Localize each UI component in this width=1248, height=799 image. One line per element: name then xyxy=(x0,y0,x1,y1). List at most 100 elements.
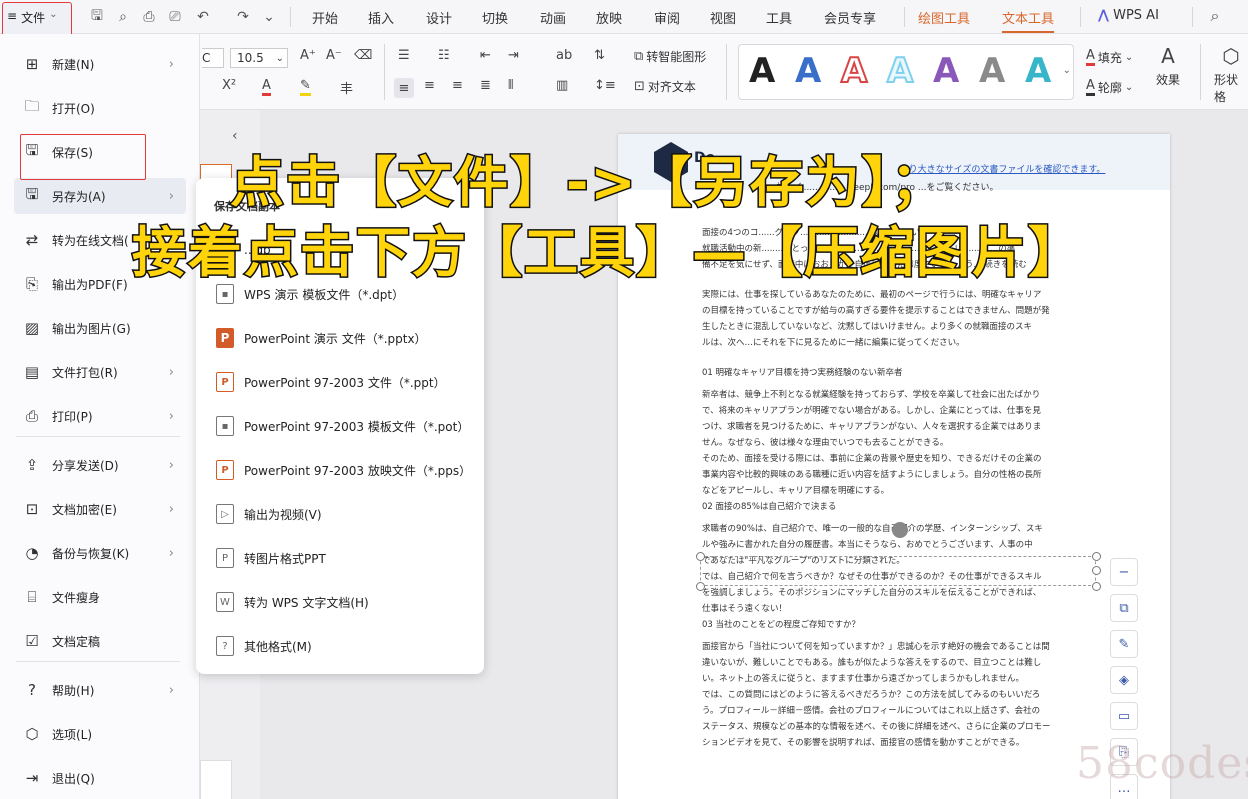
gallery-more-icon[interactable]: ⌄ xyxy=(1063,65,1071,76)
undo-icon[interactable]: ↶ xyxy=(192,6,214,28)
align-left-icon[interactable]: ≡ xyxy=(394,78,414,98)
decrease-indent-icon[interactable]: ⇤ xyxy=(480,48,491,63)
style-a-cyan-outline[interactable]: A xyxy=(886,52,914,90)
submenu-item-pps[interactable]: P PowerPoint 97-2003 放映文件（*.pps） xyxy=(216,456,471,484)
line-spacing-icon[interactable]: ↕≡ xyxy=(594,78,616,93)
submenu-item-wps-doc[interactable]: W 转为 WPS 文字文档(H) xyxy=(216,588,369,616)
file-menu-item[interactable]: ⌸ 文件瘦身 xyxy=(14,579,186,615)
hamburger-icon: ≡ xyxy=(7,9,18,23)
clear-format-icon[interactable]: ⌫ xyxy=(354,48,372,63)
shape-format-button[interactable]: ⬡ 形状格 xyxy=(1214,44,1248,105)
file-menu-item[interactable]: ▤ 文件打包(R) › xyxy=(14,354,186,390)
tab-drawing-tools[interactable]: 绘图工具 xyxy=(918,8,970,27)
more-quick-icon[interactable]: ⌄ xyxy=(258,6,280,28)
dpt-file-icon: ▪ xyxy=(216,284,234,304)
slim-icon: ⌸ xyxy=(27,588,37,606)
file-menu-item[interactable]: ? 帮助(H) › xyxy=(14,672,186,708)
file-menu-item-label: 备份与恢复(K) xyxy=(52,546,130,561)
preview-icon[interactable]: ⎚ xyxy=(164,6,186,28)
align-center-icon[interactable]: ≡ xyxy=(424,78,435,93)
numbered-list-icon[interactable]: ☷ xyxy=(438,48,450,63)
file-menu-item[interactable]: 🗀 打开(O) xyxy=(14,90,186,126)
text-fill-button[interactable]: A 填充 ⌄ xyxy=(1086,48,1133,66)
resize-handle[interactable] xyxy=(1092,552,1101,561)
style-a-purple[interactable]: A xyxy=(933,53,959,89)
file-menu-item[interactable]: ⇥ 退出(Q) xyxy=(14,760,186,796)
font-family-select[interactable]: C xyxy=(202,48,224,68)
layers-icon[interactable]: ⧉ xyxy=(1110,594,1138,622)
submenu-item-pot[interactable]: ▪ PowerPoint 97-2003 模板文件（*.pot） xyxy=(216,412,469,440)
minus-icon[interactable]: − xyxy=(1110,558,1138,586)
tab-animation[interactable]: 动画 xyxy=(540,8,566,27)
char-spacing-icon[interactable]: 丰 xyxy=(340,78,353,97)
cloud-icon[interactable]: ⌕ xyxy=(112,6,134,28)
search-icon[interactable]: ⌕ xyxy=(1204,5,1226,27)
bullet-list-icon[interactable]: ☰ xyxy=(398,48,410,63)
tab-member[interactable]: 会员专享 xyxy=(824,8,876,27)
selected-textbox[interactable] xyxy=(700,556,1096,586)
text-outline-button[interactable]: A 轮廓 ⌄ xyxy=(1086,78,1133,96)
text-direction-icon[interactable]: ab xyxy=(556,48,572,63)
decrease-font-icon[interactable]: A⁻ xyxy=(326,48,342,63)
pen-icon[interactable]: ✎ xyxy=(1110,630,1138,658)
tab-review[interactable]: 审阅 xyxy=(654,8,680,27)
tab-text-tools[interactable]: 文本工具 xyxy=(1002,8,1055,33)
file-menu-item[interactable]: ⬡ 选项(L) xyxy=(14,716,186,752)
style-a-red-outline[interactable]: A xyxy=(840,52,868,90)
increase-indent-icon[interactable]: ⇥ xyxy=(508,48,519,63)
submenu-item-ppt[interactable]: P PowerPoint 97-2003 文件（*.ppt） xyxy=(216,368,446,396)
resize-handle[interactable] xyxy=(1092,582,1101,591)
highlight-icon[interactable]: ✎ xyxy=(300,78,311,96)
file-menu-item[interactable]: ◔ 备份与恢复(K) › xyxy=(14,535,186,571)
sort-icon[interactable]: ⇅ xyxy=(594,48,605,63)
submenu-item-video[interactable]: ▷ 输出为视频(V) xyxy=(216,500,322,528)
file-menu-item[interactable]: ⊡ 文档加密(E) › xyxy=(14,491,186,527)
fill-bucket-icon[interactable]: ◈ xyxy=(1110,666,1138,694)
submenu-item-other[interactable]: ? 其他格式(M) xyxy=(216,632,312,660)
style-a-teal[interactable]: A xyxy=(1025,53,1051,89)
distribute-icon[interactable]: ⫴ xyxy=(508,78,513,93)
tab-wps-ai[interactable]: ⋀ WPS AI xyxy=(1098,8,1159,23)
increase-font-icon[interactable]: A⁺ xyxy=(300,48,316,63)
redo-icon[interactable]: ↷ xyxy=(232,6,254,28)
justify-icon[interactable]: ≣ xyxy=(480,78,491,93)
tab-slideshow[interactable]: 放映 xyxy=(596,8,622,27)
style-a-blue[interactable]: A xyxy=(795,53,821,89)
tab-view[interactable]: 视图 xyxy=(710,8,736,27)
pps-file-icon: P xyxy=(216,460,234,480)
text-styles-gallery[interactable]: A A A A A A A ⌄ xyxy=(738,44,1074,100)
print-quick-icon[interactable]: ⎙ xyxy=(138,6,160,28)
superscript-icon[interactable]: X² xyxy=(222,78,236,93)
tab-home[interactable]: 开始 xyxy=(312,8,338,27)
file-menu-item[interactable]: ⊞ 新建(N) › xyxy=(14,46,186,82)
columns-icon[interactable]: ▥ xyxy=(556,78,568,93)
file-menu-item[interactable]: ⎙ 打印(P) › xyxy=(14,398,186,434)
submenu-item-label: 转为 WPS 文字文档(H) xyxy=(244,595,369,610)
submenu-item-pptx[interactable]: P PowerPoint 演示 文件（*.pptx） xyxy=(216,324,427,352)
resize-handle[interactable] xyxy=(696,582,705,591)
smart-graphic-button[interactable]: ⧉ 转智能图形 xyxy=(634,48,706,65)
resize-handle[interactable] xyxy=(696,552,705,561)
file-menu-item[interactable]: ☑ 文档定稿 xyxy=(14,623,186,659)
text-effect-button[interactable]: A 效果 xyxy=(1156,44,1180,88)
document-line: の目標を持っていることですが給与の高すぎる要件を提示することはできません、問題が… xyxy=(702,306,1050,316)
align-text-button[interactable]: ⊡ 对齐文本 xyxy=(634,78,696,95)
font-color-icon[interactable]: A xyxy=(262,78,271,96)
tab-tools[interactable]: 工具 xyxy=(766,8,792,27)
font-size-select[interactable]: 10.5 ⌄ xyxy=(230,48,288,68)
style-a-black[interactable]: A xyxy=(749,53,775,89)
rotate-handle-icon[interactable] xyxy=(892,522,908,538)
resize-handle[interactable] xyxy=(1092,566,1101,575)
slide-thumbnail[interactable] xyxy=(200,760,232,799)
frame-icon[interactable]: ▭ xyxy=(1110,702,1138,730)
chevron-right-icon: › xyxy=(168,188,174,204)
submenu-item-img-ppt[interactable]: P 转图片格式PPT xyxy=(216,544,326,572)
file-menu-item[interactable]: ⇪ 分享发送(D) › xyxy=(14,447,186,483)
tab-design[interactable]: 设计 xyxy=(426,8,452,27)
align-right-icon[interactable]: ≡ xyxy=(452,78,463,93)
save-quick-icon[interactable]: 🖫 xyxy=(86,6,108,28)
file-menu-item[interactable]: ▨ 输出为图片(G) xyxy=(14,310,186,346)
tab-insert[interactable]: 插入 xyxy=(368,8,394,27)
style-a-gray[interactable]: A xyxy=(979,53,1005,89)
tab-transition[interactable]: 切换 xyxy=(482,8,508,27)
